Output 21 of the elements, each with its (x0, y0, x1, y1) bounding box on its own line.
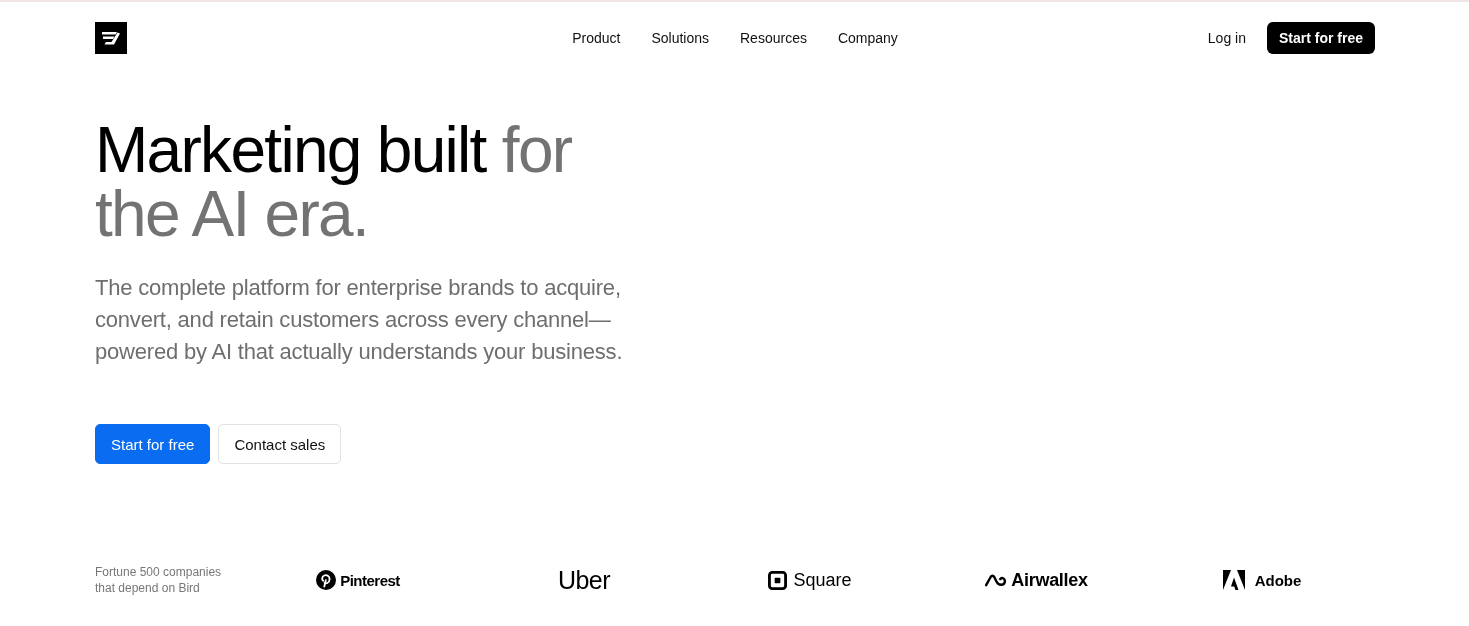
nav-link[interactable]: Company (837, 30, 898, 46)
hero-subtitle: The complete platform for enterprise brands to acquire, convert, and retain customers across every channel—powered by AI that actually understands your business. (95, 274, 624, 366)
a-triangle-icon (1222, 570, 1245, 590)
hero-headline: Marketing built for the AI era. (95, 118, 573, 246)
nav-link[interactable]: Resources (740, 30, 807, 46)
start-free-button[interactable]: Start for free (1266, 22, 1375, 54)
square-icon (768, 570, 788, 590)
start-free-button[interactable]: Start for free (95, 424, 211, 464)
wave-icon (984, 572, 1008, 588)
login-link[interactable]: Log in (1207, 30, 1246, 46)
customers-caption: Fortune 500 companies that depend on Bird (95, 564, 223, 596)
company-logo-text: Square (793, 569, 852, 591)
nav-link[interactable]: Product (572, 30, 621, 46)
company-logo-text: Adobe (1254, 571, 1302, 589)
company-logo-text: Uber (557, 565, 611, 595)
contact-sales-button[interactable]: Contact sales (218, 424, 342, 464)
p-circle-icon (316, 570, 337, 590)
bird-logo-icon[interactable] (95, 22, 127, 54)
company-logo-text: Airwallex (1011, 569, 1088, 591)
company-logo-text: Pinterest (340, 571, 400, 589)
nav-link[interactable]: Solutions (651, 30, 709, 46)
